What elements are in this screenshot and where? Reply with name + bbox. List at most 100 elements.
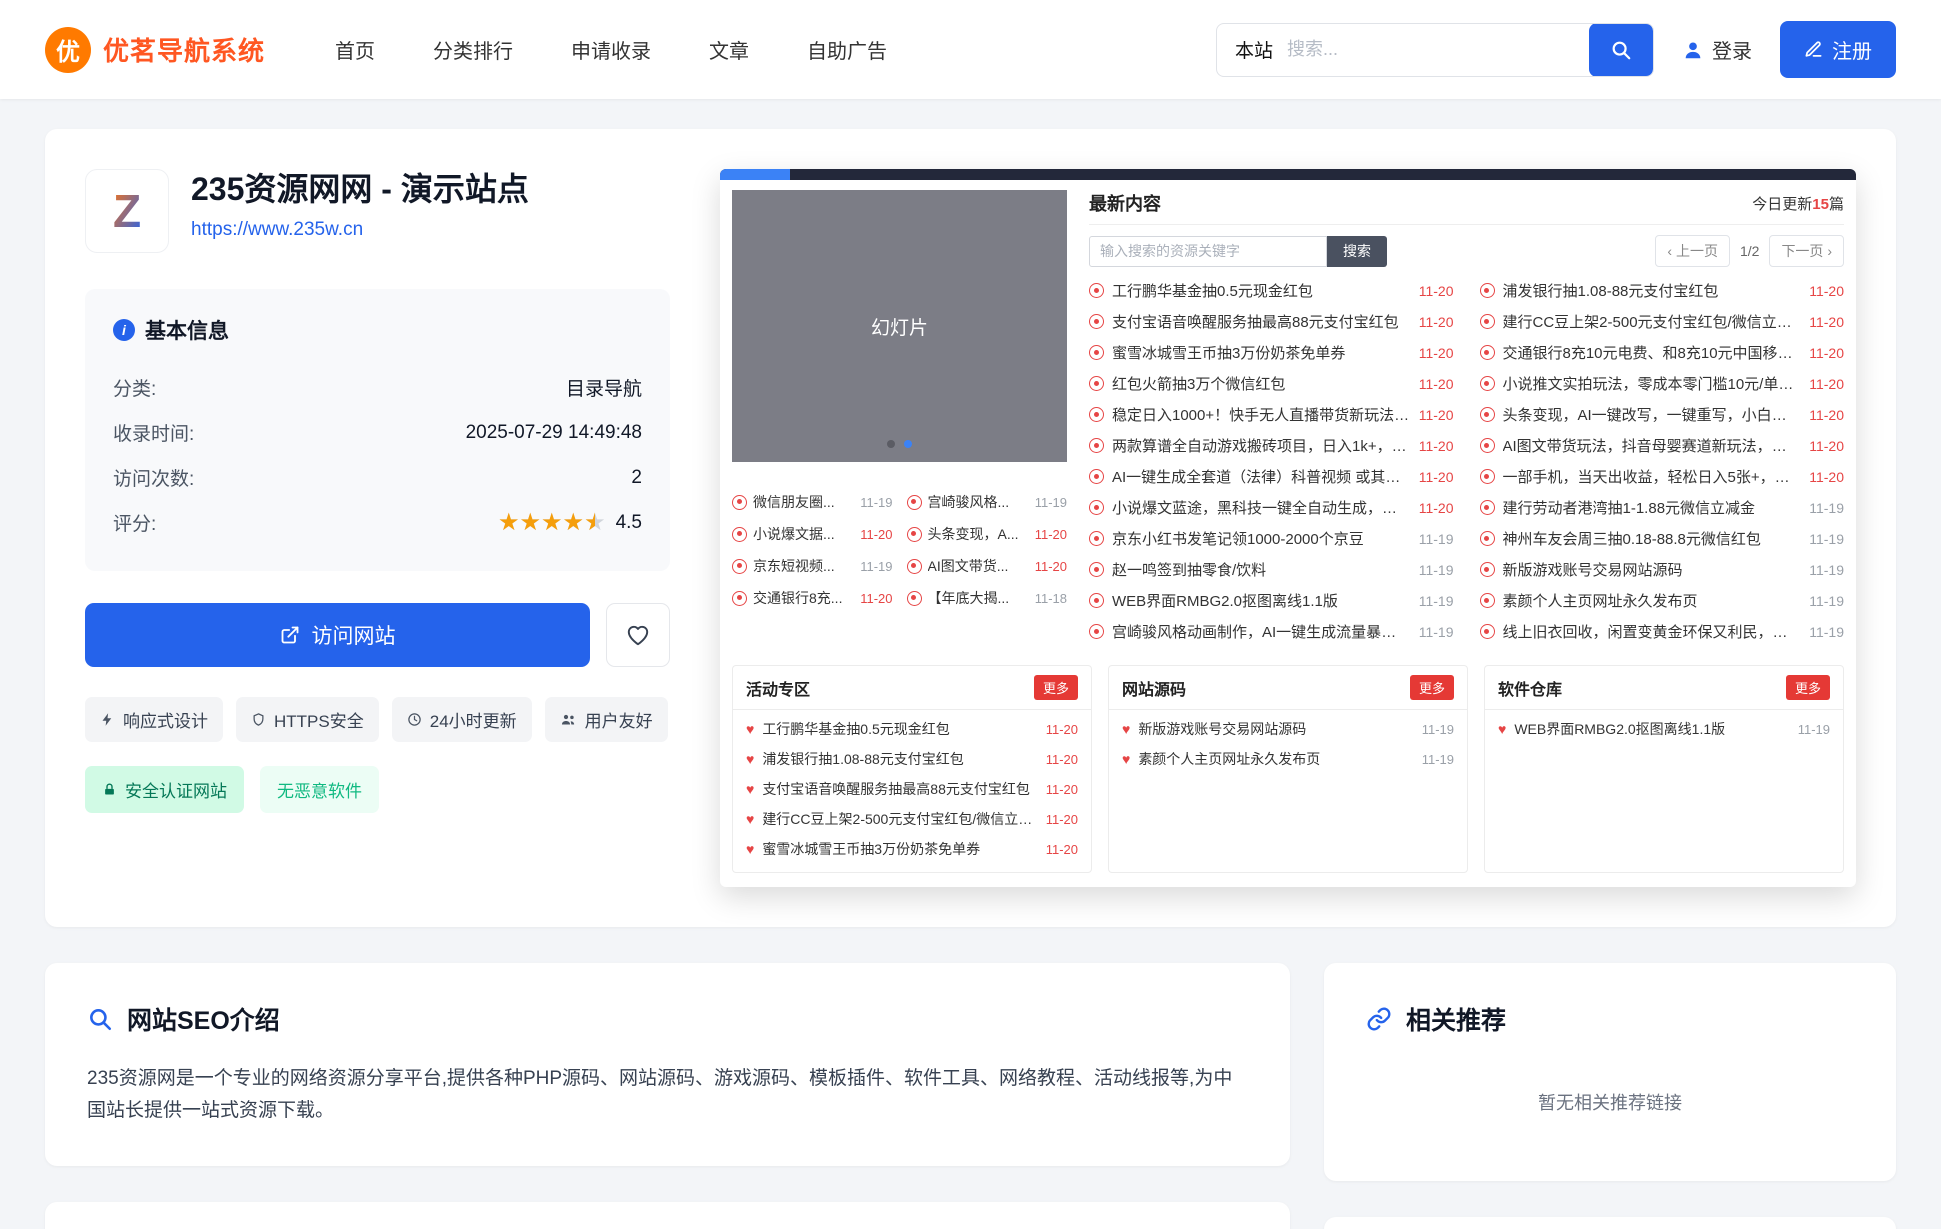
news-item[interactable]: 新版游戏账号交易网站源码 11-19 — [1480, 554, 1845, 585]
next-page-button[interactable]: 下一页 › — [1769, 235, 1844, 267]
svg-text:Z: Z — [113, 185, 141, 237]
related-card: 相关推荐 暂无相关推荐链接 — [1324, 963, 1896, 1181]
visit-site-label: 访问网站 — [312, 620, 396, 650]
preview-mini-list: 微信朋友圈... 11-19 宫崎骏风格... 11-19 — [732, 486, 1067, 614]
news-item[interactable]: 建行劳动者港湾抽1-1.88元微信立减金 11-19 — [1480, 492, 1845, 523]
news-column-left: 工行鹏华基金抽0.5元现金红包 11-20 支付宝语音唤醒服务抽最高88元支付宝… — [1089, 275, 1454, 647]
section-item[interactable]: ♥ 支付宝语音唤醒服务抽最高88元支付宝红包 11-20 — [746, 774, 1078, 804]
mini-list-item[interactable]: 宫崎骏风格... 11-19 — [907, 486, 1068, 518]
news-item[interactable]: 工行鹏华基金抽0.5元现金红包 11-20 — [1089, 275, 1454, 306]
mini-list-item[interactable]: 【年底大揭... 11-18 — [907, 582, 1068, 614]
more-button[interactable]: 更多 — [1786, 675, 1830, 700]
more-button[interactable]: 更多 — [1410, 675, 1454, 700]
red-circle-icon — [732, 495, 747, 510]
news-item[interactable]: AI一键生成全套道（法律）科普视频 或其他套... 11-20 — [1089, 461, 1454, 492]
search-scope-select[interactable]: 本站 — [1217, 36, 1287, 63]
news-item[interactable]: 京东小红书发笔记领1000-2000个京豆 11-19 — [1089, 523, 1454, 554]
red-circle-icon — [1480, 345, 1495, 360]
preview-progress-bar — [720, 169, 1856, 180]
red-circle-icon — [1480, 500, 1495, 515]
section-software: 软件仓库 更多 ♥ WEB界面RMBG2.0抠图离线1.1版 11-19 — [1484, 665, 1844, 873]
news-item[interactable]: AI图文带货玩法，抖音母婴赛道新玩法，简单... 11-20 — [1480, 430, 1845, 461]
brand-logo-icon: 优 — [45, 27, 91, 73]
login-link[interactable]: 登录 — [1682, 35, 1752, 64]
news-item[interactable]: WEB界面RMBG2.0抠图离线1.1版 11-19 — [1089, 585, 1454, 616]
news-item[interactable]: 赵一鸣签到抽零食/饮料 11-19 — [1089, 554, 1454, 585]
related-empty-text: 暂无相关推荐链接 — [1366, 1037, 1854, 1143]
tag-friendly: 用户友好 — [545, 697, 668, 742]
mini-list-item[interactable]: AI图文带货... 11-20 — [907, 550, 1068, 582]
tag-responsive: 响应式设计 — [85, 697, 223, 742]
lock-icon — [102, 782, 117, 797]
more-button[interactable]: 更多 — [1034, 675, 1078, 700]
rating-value: 4.5 — [616, 512, 642, 534]
news-item[interactable]: 一部手机，当天出收益，轻松日入5张+，小白... 11-20 — [1480, 461, 1845, 492]
news-item[interactable]: 神州车友会周三抽0.18-88.8元微信红包 11-19 — [1480, 523, 1845, 554]
section-item[interactable]: ♥ 建行CC豆上架2-500元支付宝红包/微信立减金 11-20 — [746, 804, 1078, 834]
news-item[interactable]: 交通银行8充10元电费、和8充10元中国移动话费 11-20 — [1480, 337, 1845, 368]
mini-list-item[interactable]: 头条变现，A... 11-20 — [907, 518, 1068, 550]
related-title: 相关推荐 — [1406, 1001, 1506, 1037]
red-circle-icon — [1089, 283, 1104, 298]
preview-search-input[interactable] — [1089, 236, 1327, 267]
visit-site-button[interactable]: 访问网站 — [85, 603, 590, 667]
mini-list-item[interactable]: 京东短视频... 11-19 — [732, 550, 893, 582]
news-item[interactable]: 稳定日入1000+！快手无人直播带货新玩法，... 11-20 — [1089, 399, 1454, 430]
news-item[interactable]: 两款算谱全自动游戏搬砖项目，日入1k+，稳... 11-20 — [1089, 430, 1454, 461]
nav-link[interactable]: 首页 — [335, 35, 375, 64]
news-item[interactable]: 小说爆文蓝途，黑科技一键全自动生成，新手... 11-20 — [1089, 492, 1454, 523]
section-item[interactable]: ♥ 蜜雪冰城雪王币抽3万份奶茶免单券 11-20 — [746, 834, 1078, 864]
red-circle-icon — [1480, 376, 1495, 391]
info-icon — [113, 319, 135, 341]
basic-info-title: 基本信息 — [145, 315, 229, 345]
site-logo-link[interactable]: 优 优茗导航系统 — [45, 27, 265, 73]
nav-link[interactable]: 文章 — [709, 35, 749, 64]
news-item[interactable]: 素颜个人主页网址永久发布页 11-19 — [1480, 585, 1845, 616]
heart-icon: ♥ — [746, 842, 754, 856]
red-circle-icon — [1089, 531, 1104, 546]
preview-slideshow[interactable]: 幻灯片 — [732, 190, 1067, 462]
news-item[interactable]: 建行CC豆上架2-500元支付宝红包/微信立减金 11-20 — [1480, 306, 1845, 337]
red-circle-icon — [1089, 438, 1104, 453]
news-item[interactable]: 线上旧衣回收，闲置变黄金环保又利民，月入1... 11-19 — [1480, 616, 1845, 647]
seo-title: 网站SEO介绍 — [127, 1001, 280, 1037]
info-row-visits: 访问次数: 2 — [113, 455, 642, 500]
nav-link[interactable]: 申请收录 — [571, 35, 651, 64]
news-item[interactable]: 蜜雪冰城雪王币抽3万份奶茶免单券 11-20 — [1089, 337, 1454, 368]
nav-link[interactable]: 自助广告 — [807, 35, 887, 64]
slide-dot[interactable] — [887, 440, 895, 448]
site-url-link[interactable]: https://www.235w.cn — [191, 219, 363, 241]
user-icon — [1682, 39, 1704, 61]
red-circle-icon — [1089, 314, 1104, 329]
news-item[interactable]: 浦发银行抽1.08-88元支付宝红包 11-20 — [1480, 275, 1845, 306]
section-item[interactable]: ♥ 新版游戏账号交易网站源码 11-19 — [1122, 714, 1454, 744]
site-preview[interactable]: 幻灯片 微信朋友圈... — [720, 169, 1856, 887]
mini-list-item[interactable]: 微信朋友圈... 11-19 — [732, 486, 893, 518]
red-circle-icon — [1480, 283, 1495, 298]
mini-list-item[interactable]: 交通银行8充... 11-20 — [732, 582, 893, 614]
search-input[interactable] — [1287, 39, 1589, 60]
section-item[interactable]: ♥ 浦发银行抽1.08-88元支付宝红包 11-20 — [746, 744, 1078, 774]
section-item[interactable]: ♥ WEB界面RMBG2.0抠图离线1.1版 11-19 — [1498, 714, 1830, 744]
favorite-button[interactable] — [606, 603, 670, 667]
news-item[interactable]: 红包火箭抽3万个微信红包 11-20 — [1089, 368, 1454, 399]
time-value: 2025-07-29 14:49:48 — [466, 422, 642, 444]
red-circle-icon — [1480, 593, 1495, 608]
news-item[interactable]: 宫崎骏风格动画制作，AI一键生成流量暴涨，... 11-19 — [1089, 616, 1454, 647]
search-button[interactable] — [1589, 23, 1653, 77]
section-source-code: 网站源码 更多 ♥ 新版游戏账号交易网站源码 11-19 — [1108, 665, 1468, 873]
register-button[interactable]: 注册 — [1780, 21, 1896, 78]
prev-page-button[interactable]: ‹ 上一页 — [1655, 235, 1730, 267]
visits-value: 2 — [631, 467, 642, 489]
news-item[interactable]: 小说推文实拍玩法，零成本零门槛10元/单，轻... 11-20 — [1480, 368, 1845, 399]
heart-icon: ♥ — [746, 812, 754, 826]
mini-list-item[interactable]: 小说爆文据... 11-20 — [732, 518, 893, 550]
nav-link[interactable]: 分类排行 — [433, 35, 513, 64]
news-item[interactable]: 头条变现，AI一键改写，一键重写，小白可做... 11-20 — [1480, 399, 1845, 430]
section-item[interactable]: ♥ 素颜个人主页网址永久发布页 11-19 — [1122, 744, 1454, 774]
section-item[interactable]: ♥ 工行鹏华基金抽0.5元现金红包 11-20 — [746, 714, 1078, 744]
news-item[interactable]: 支付宝语音唤醒服务抽最高88元支付宝红包 11-20 — [1089, 306, 1454, 337]
preview-search-button[interactable]: 搜索 — [1327, 236, 1387, 267]
slide-dot-active[interactable] — [904, 440, 912, 448]
search-box: 本站 — [1216, 23, 1654, 77]
